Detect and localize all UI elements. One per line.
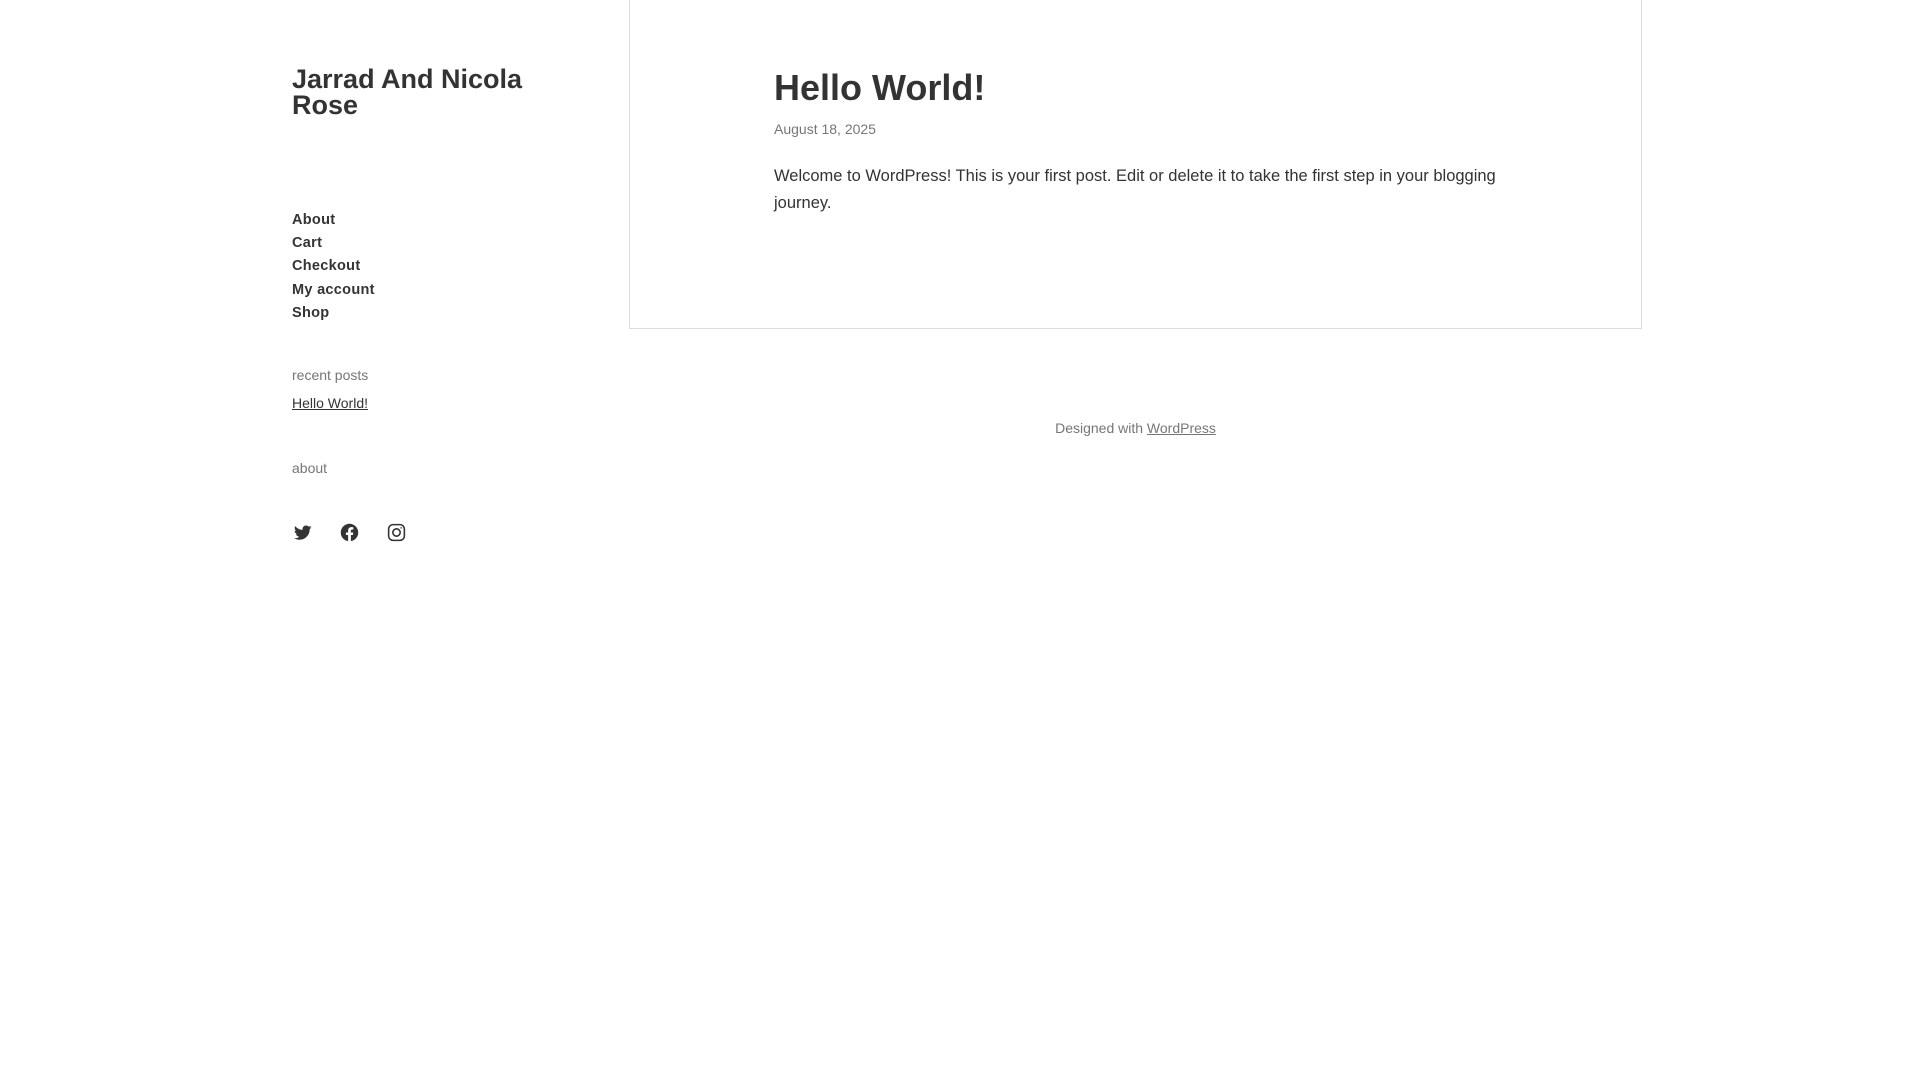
nav-link-about[interactable]: About	[292, 212, 335, 228]
recent-posts-heading: recent posts	[292, 367, 369, 383]
footer-prefix: Designed with	[1055, 420, 1147, 436]
instagram-icon[interactable]	[386, 522, 407, 543]
nav-item-about: About	[292, 208, 375, 231]
nav-item-shop: Shop	[292, 301, 375, 324]
twitter-icon[interactable]	[292, 522, 313, 543]
nav-link-shop[interactable]: Shop	[292, 305, 329, 321]
post-date: August 18, 2025	[774, 121, 876, 137]
social-links	[292, 522, 407, 543]
post-title[interactable]: Hello World!	[774, 68, 985, 108]
recent-post-link[interactable]: Hello World!	[292, 395, 368, 411]
site-footer: Designed with WordPress	[629, 420, 1642, 436]
footer-wordpress-link[interactable]: WordPress	[1147, 420, 1216, 436]
nav-item-checkout: Checkout	[292, 254, 375, 277]
primary-nav: About Cart Checkout My account Shop	[292, 208, 375, 324]
nav-link-my-account[interactable]: My account	[292, 282, 375, 298]
about-heading: about	[292, 460, 328, 476]
nav-item-cart: Cart	[292, 231, 375, 254]
post-content: Welcome to WordPress! This is your first…	[774, 167, 1496, 212]
nav-link-checkout[interactable]: Checkout	[292, 258, 360, 274]
nav-link-cart[interactable]: Cart	[292, 235, 322, 251]
post-card: Hello World! August 18, 2025 Welcome to …	[629, 0, 1642, 329]
nav-item-my-account: My account	[292, 278, 375, 301]
facebook-icon[interactable]	[339, 522, 360, 543]
site-title[interactable]: Jarrad And Nicola Rose	[292, 66, 552, 119]
